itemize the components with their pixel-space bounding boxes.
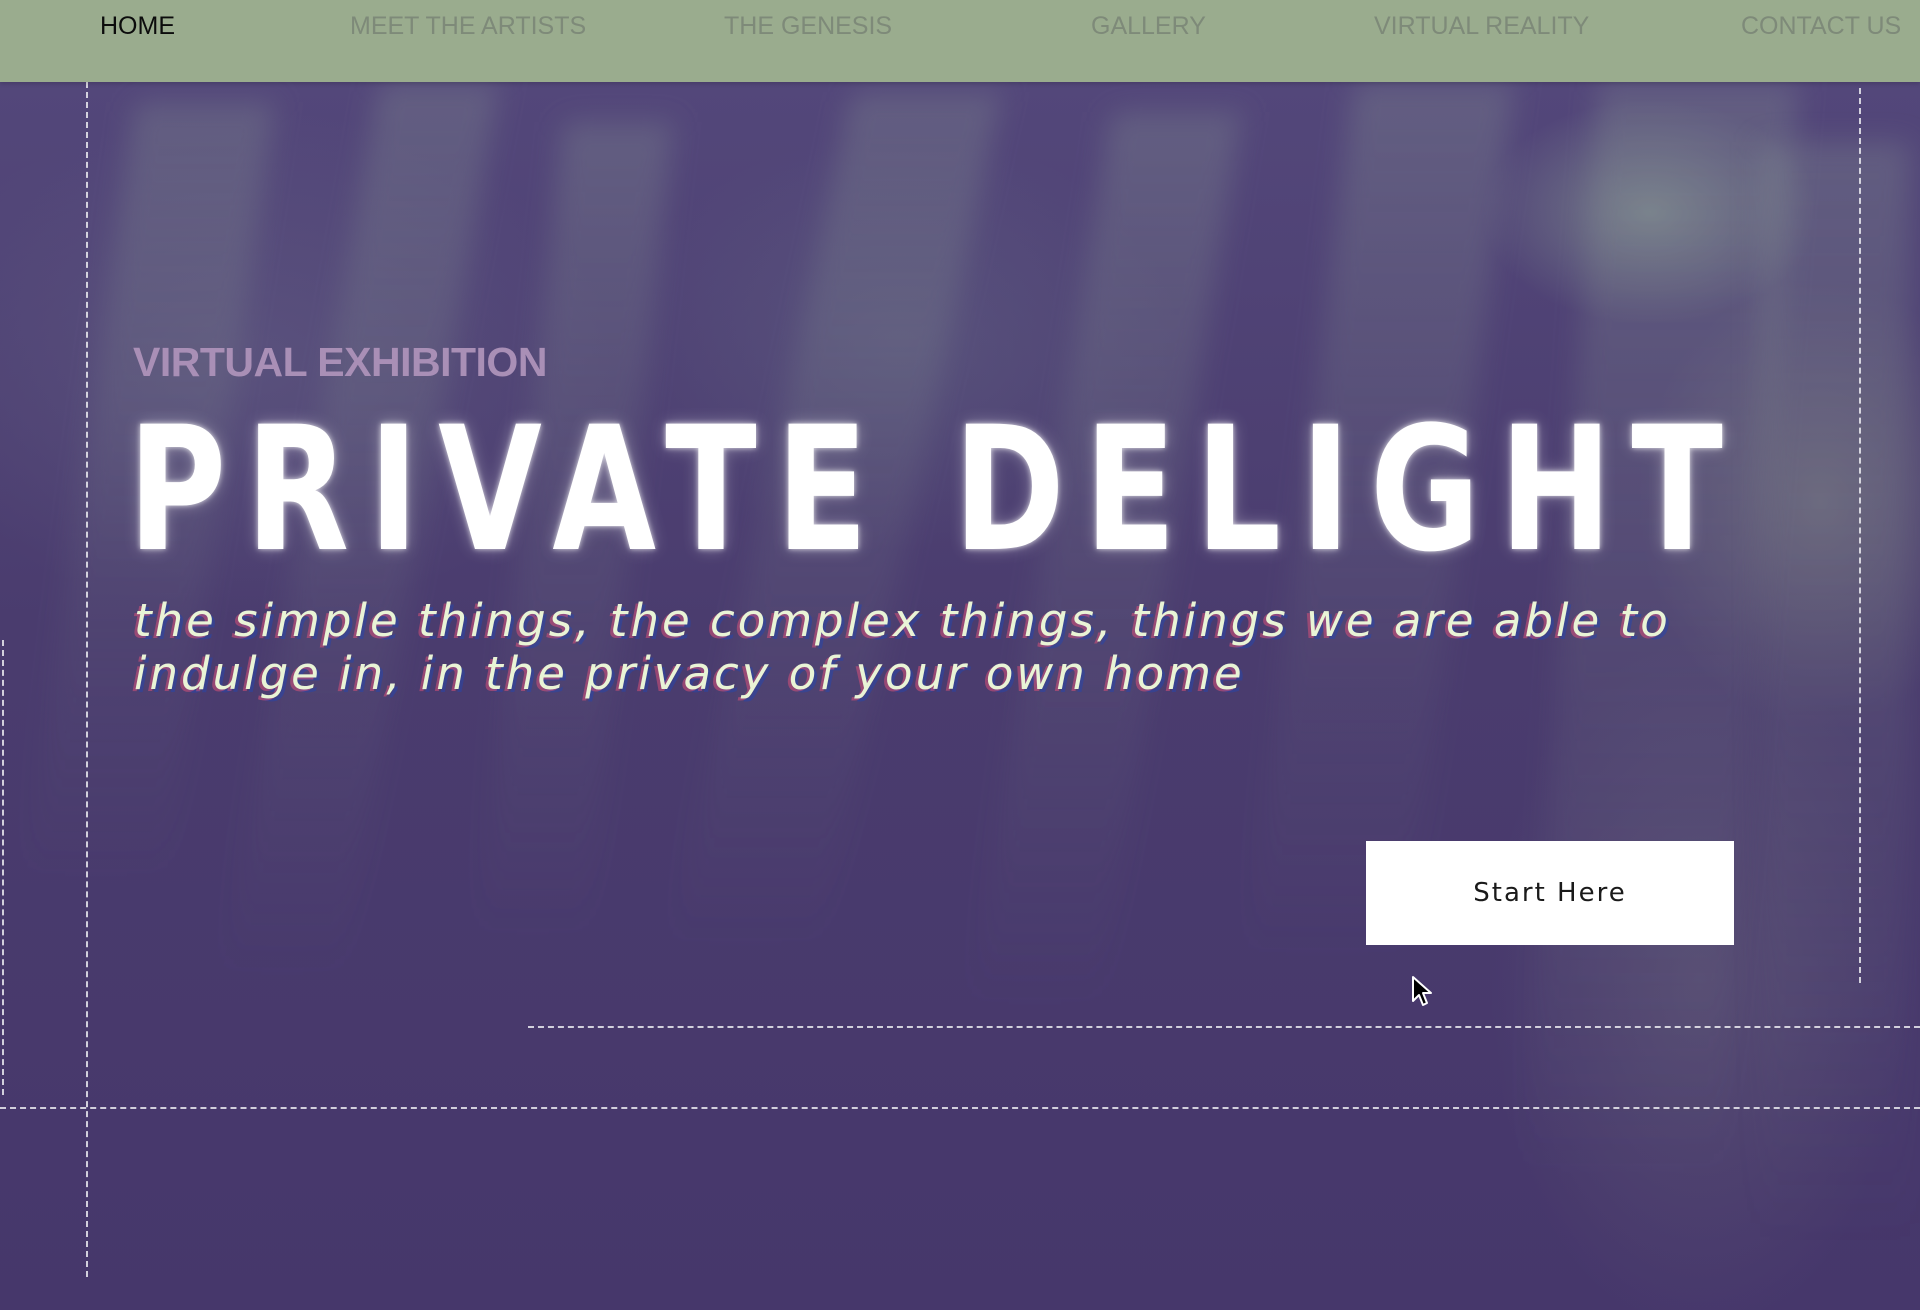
- hero-eyebrow: VIRTUAL EXHIBITION: [133, 339, 547, 385]
- nav-item-home[interactable]: HOME: [100, 10, 175, 42]
- nav-item-meet-the-artists[interactable]: MEET THE ARTISTS: [350, 10, 586, 42]
- hero-title: PRIVATE DELIGHT: [128, 389, 1743, 590]
- arrow-cursor-icon: [1412, 976, 1432, 1006]
- nav-item-contact-us[interactable]: CONTACT US: [1741, 10, 1901, 42]
- nav-item-virtual-reality[interactable]: VIRTUAL REALITY: [1374, 10, 1589, 42]
- guide-line-vertical: [2, 640, 4, 1095]
- guide-line-horizontal: [528, 1026, 1920, 1028]
- page: HOME MEET THE ARTISTS THE GENESIS GALLER…: [0, 0, 1920, 1310]
- nav-item-gallery[interactable]: GALLERY: [1091, 10, 1206, 42]
- nav-item-the-genesis[interactable]: THE GENESIS: [724, 10, 892, 42]
- background-streak: [1760, 142, 1910, 1242]
- start-here-button[interactable]: Start Here: [1366, 841, 1734, 945]
- guide-line-vertical: [1859, 88, 1861, 983]
- guide-line-horizontal: [0, 1107, 1920, 1109]
- guide-line-vertical: [86, 82, 88, 1277]
- hero-tagline: the simple things, the complex things, t…: [134, 594, 1671, 700]
- top-navigation: HOME MEET THE ARTISTS THE GENESIS GALLER…: [0, 0, 1920, 82]
